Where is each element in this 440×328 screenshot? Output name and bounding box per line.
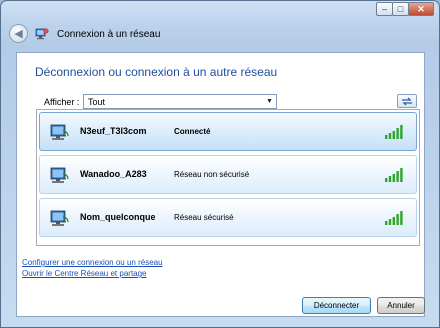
network-name: N3euf_T3l3com [80, 126, 147, 136]
disconnect-button[interactable]: Déconnecter [302, 297, 371, 314]
wireless-network-icon [50, 124, 69, 140]
wireless-network-icon [50, 210, 69, 226]
filter-value: Tout [88, 96, 106, 107]
back-button[interactable]: ◀ [9, 24, 28, 43]
network-name: Nom_quelconque [80, 212, 156, 222]
refresh-button[interactable] [397, 94, 417, 108]
filter-dropdown[interactable]: Tout ▼ [83, 94, 277, 109]
signal-strength-icon [385, 125, 403, 139]
arrow-left-icon: ◀ [14, 28, 23, 40]
signal-strength-icon [385, 211, 403, 225]
configure-connection-link[interactable]: Configurer une connexion ou un réseau [22, 258, 163, 267]
signal-strength-icon [385, 168, 403, 182]
open-network-center-link[interactable]: Ouvrir le Centre Réseau et partage [22, 269, 147, 278]
network-status: Réseau sécurisé [174, 213, 234, 222]
network-list: N3euf_T3l3com Connecté Wanadoo_A283 Rése… [36, 109, 420, 246]
page-heading: Déconnexion ou connexion à un autre rése… [35, 65, 278, 79]
wireless-network-icon [50, 167, 69, 183]
content-panel: Déconnexion ou connexion à un autre rése… [16, 52, 425, 317]
close-button[interactable]: ✕ [408, 2, 434, 16]
filter-label: Afficher : [44, 97, 80, 107]
refresh-arrows-icon [402, 97, 412, 105]
cancel-button[interactable]: Annuler [377, 297, 425, 314]
network-item[interactable]: Wanadoo_A283 Réseau non sécurisé [39, 155, 417, 194]
network-status: Réseau non sécurisé [174, 170, 250, 179]
maximize-button[interactable]: □ [392, 2, 409, 16]
window-controls: – □ ✕ [376, 2, 434, 16]
network-item[interactable]: Nom_quelconque Réseau sécurisé [39, 198, 417, 237]
network-name: Wanadoo_A283 [80, 169, 147, 179]
network-item[interactable]: N3euf_T3l3com Connecté [39, 112, 417, 151]
minimize-button[interactable]: – [376, 2, 393, 16]
chevron-down-icon: ▼ [266, 98, 273, 105]
window-title: Connexion à un réseau [57, 29, 161, 40]
dialog-window: – □ ✕ ◀ Connexion à un réseau Déconnexio… [0, 0, 440, 328]
network-wizard-icon [35, 28, 49, 40]
network-status: Connecté [174, 127, 211, 136]
